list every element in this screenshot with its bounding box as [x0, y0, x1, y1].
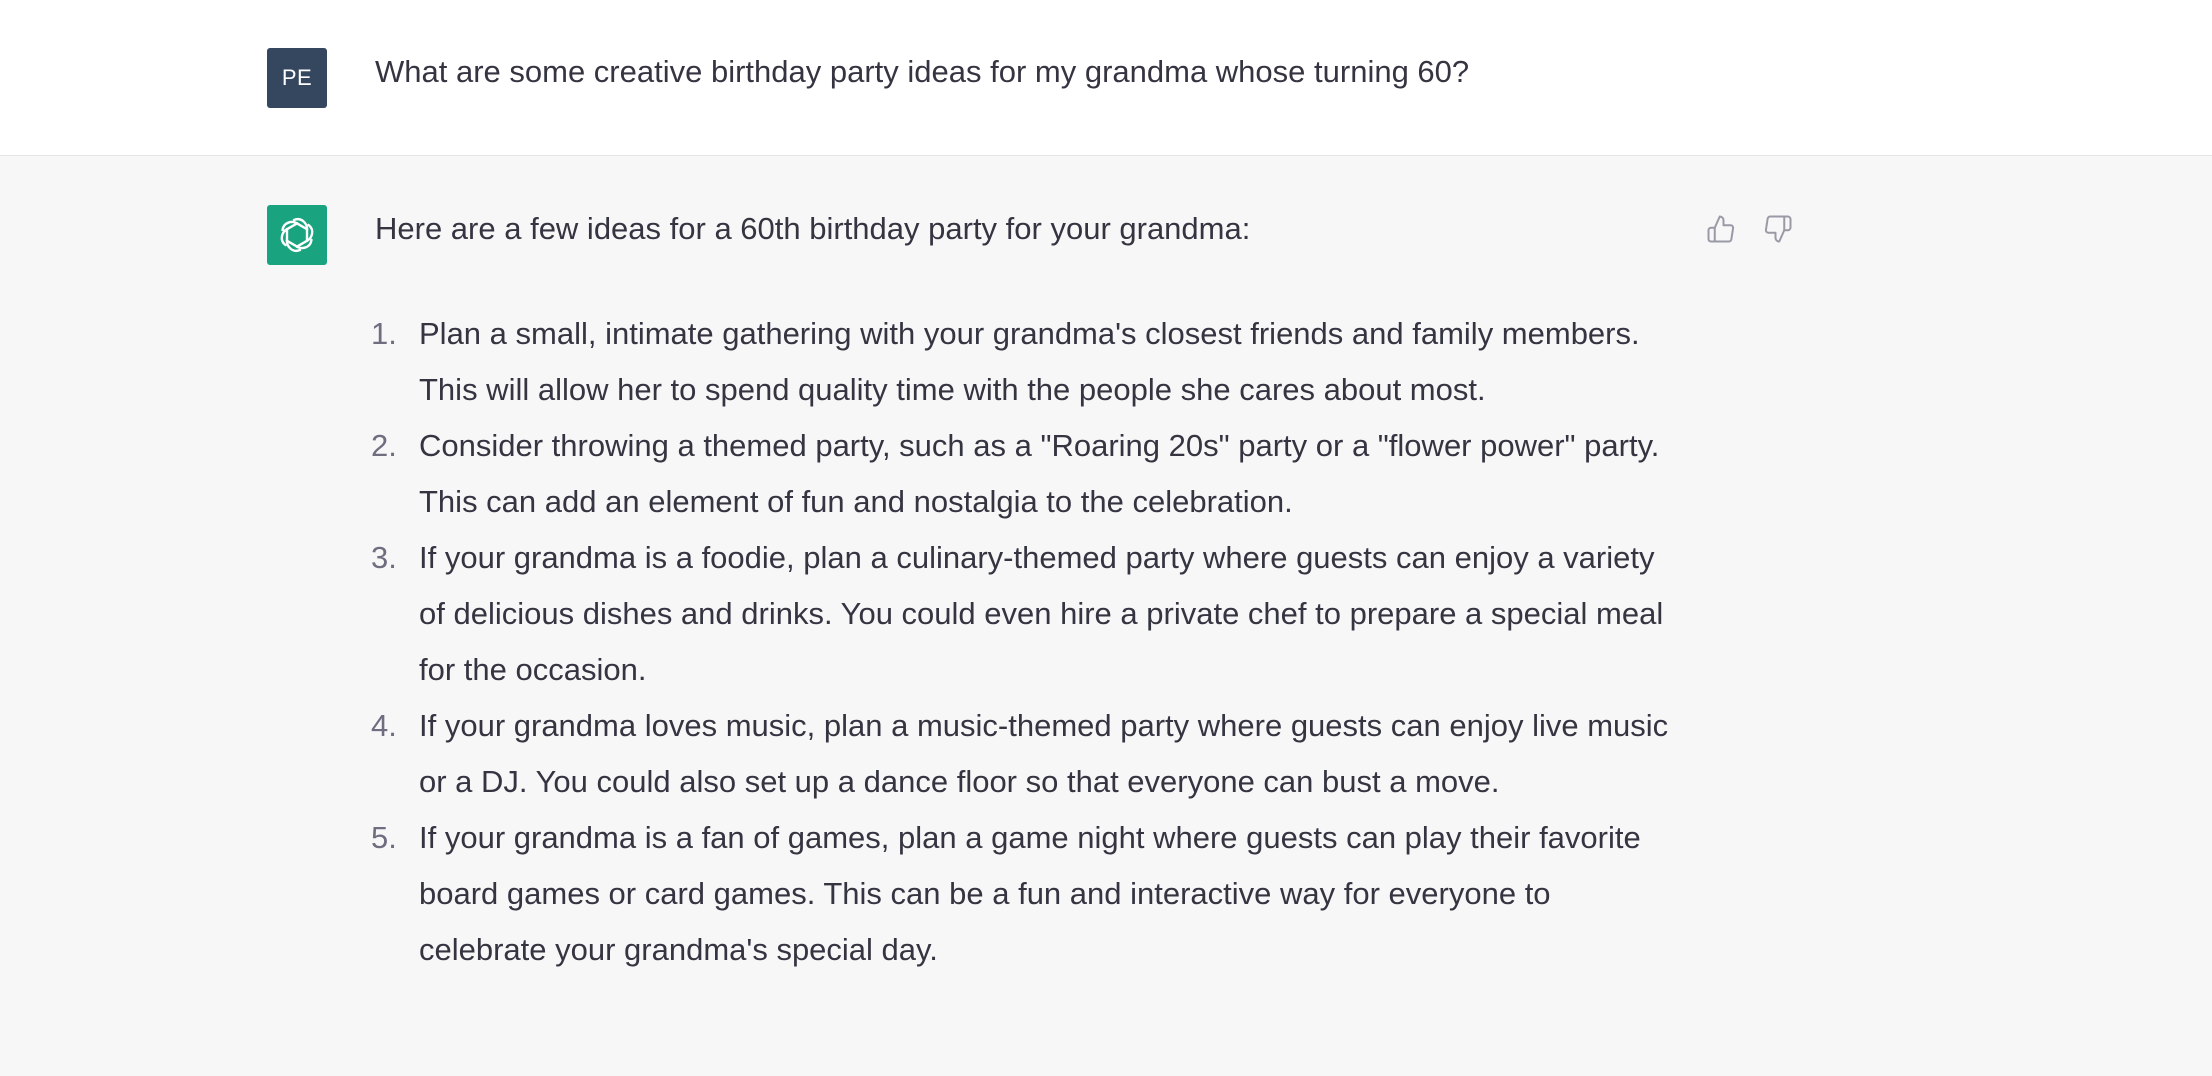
list-item: 5. If your grandma is a fan of games, pl… [362, 810, 1672, 978]
list-item-text: Plan a small, intimate gathering with yo… [419, 316, 1640, 407]
list-item-text: If your grandma is a fan of games, plan … [419, 820, 1641, 967]
list-item-number: 4. [371, 708, 397, 743]
list-item-text: If your grandma is a foodie, plan a culi… [419, 540, 1664, 687]
assistant-avatar [267, 205, 327, 265]
list-item: 3. If your grandma is a foodie, plan a c… [362, 530, 1672, 698]
list-item-number: 3. [371, 540, 397, 575]
user-message-text: What are some creative birthday party id… [375, 54, 1470, 89]
list-item: 2. Consider throwing a themed party, suc… [362, 418, 1672, 530]
thumbs-up-icon [1707, 215, 1735, 243]
thumbs-down-button[interactable] [1761, 212, 1795, 246]
list-item-number: 2. [371, 428, 397, 463]
list-item: 4. If your grandma loves music, plan a m… [362, 698, 1672, 810]
assistant-message-row: Here are a few ideas for a 60th birthday… [0, 156, 2212, 1076]
list-item-text: Consider throwing a themed party, such a… [419, 428, 1660, 519]
ideas-list: 1. Plan a small, intimate gathering with… [362, 306, 1672, 978]
user-message-row: PE What are some creative birthday party… [0, 0, 2212, 156]
assistant-intro-text: Here are a few ideas for a 60th birthday… [375, 211, 1251, 246]
list-item-text: If your grandma loves music, plan a musi… [419, 708, 1669, 799]
user-avatar-initials: PE [281, 65, 313, 90]
list-item-number: 1. [371, 316, 397, 351]
list-item: 1. Plan a small, intimate gathering with… [362, 306, 1672, 418]
thumbs-up-button[interactable] [1704, 212, 1738, 246]
openai-logo-icon [280, 218, 314, 252]
user-avatar: PE [267, 48, 327, 108]
thumbs-down-icon [1764, 215, 1792, 243]
list-item-number: 5. [371, 820, 397, 855]
